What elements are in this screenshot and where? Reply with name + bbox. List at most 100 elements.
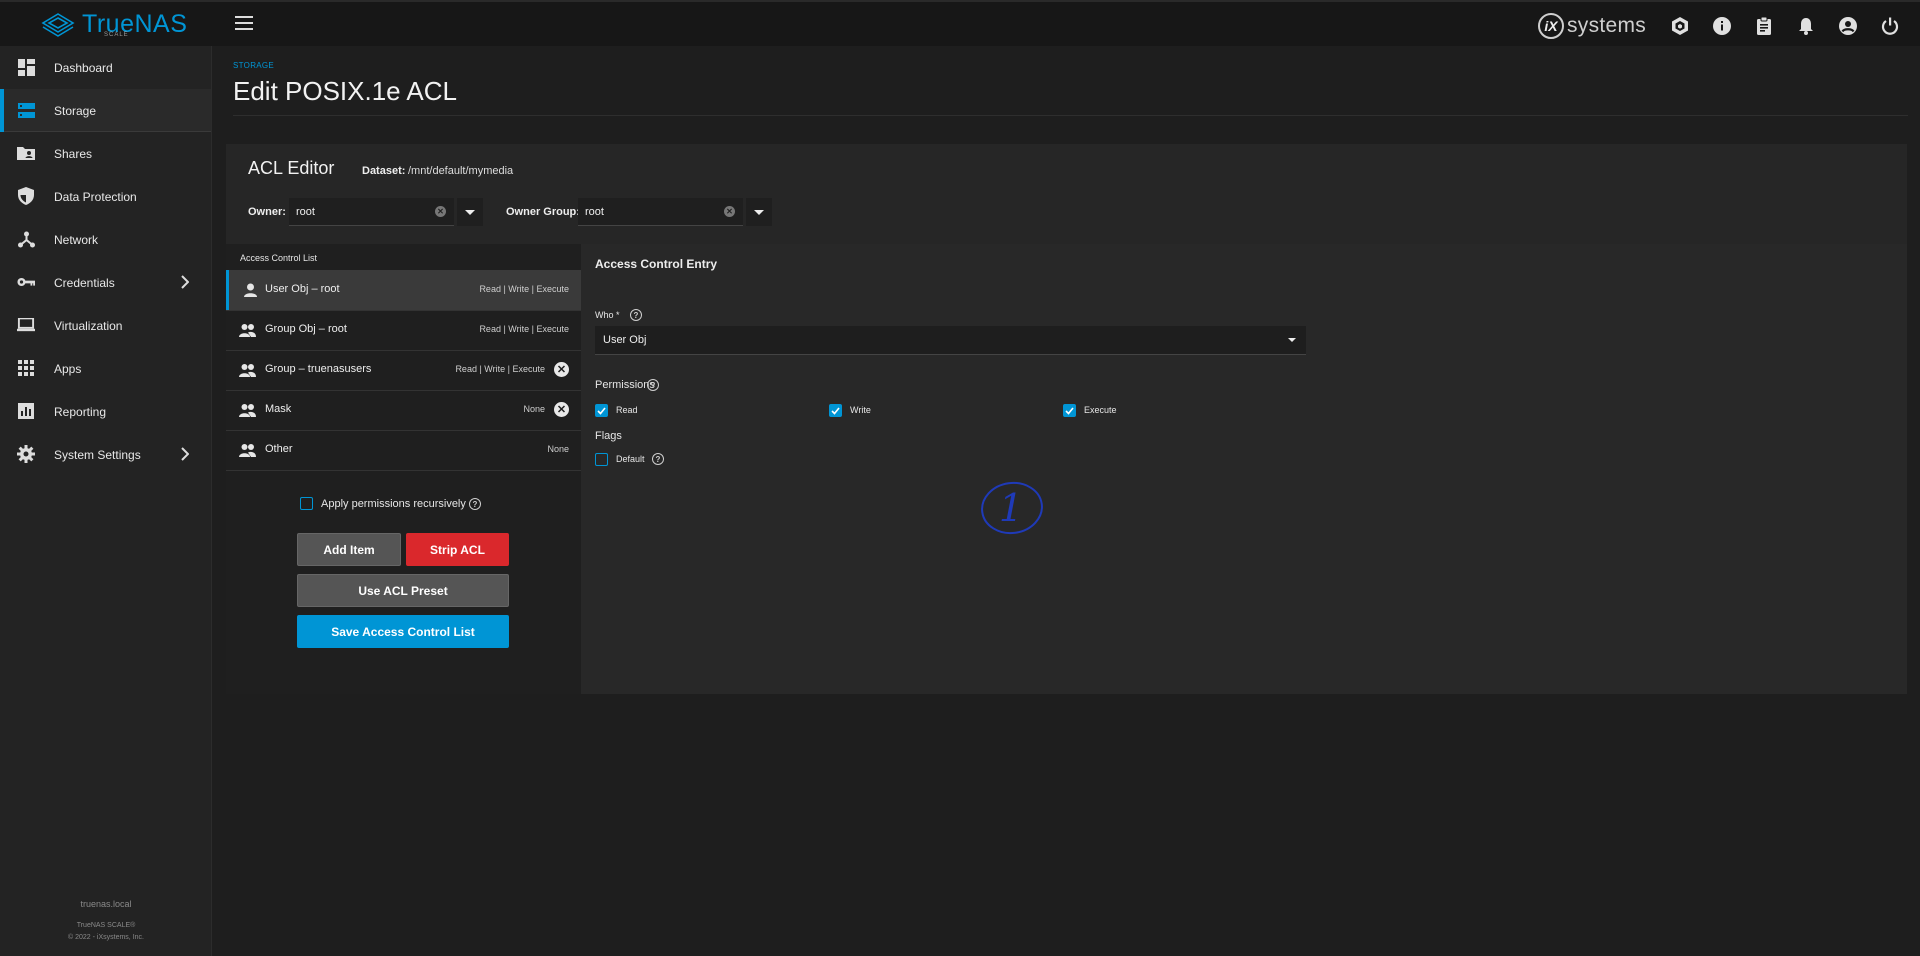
caret-down-icon: [465, 209, 475, 215]
help-icon[interactable]: ?: [647, 379, 659, 391]
sidebar-item-label: Dashboard: [54, 60, 113, 75]
ace-title: Access Control Entry: [595, 257, 718, 271]
clear-icon[interactable]: ✕: [435, 206, 446, 217]
truenas-logo[interactable]: TrueNAS SCALE: [40, 10, 187, 39]
network-icon: [17, 230, 35, 248]
sidebar: Dashboard Storage Shares Data Protection…: [0, 46, 212, 956]
sidebar-item-network[interactable]: Network: [0, 218, 211, 261]
sidebar-item-label: Virtualization: [54, 318, 123, 333]
use-acl-preset-button[interactable]: Use ACL Preset: [297, 574, 509, 607]
person-icon: [244, 283, 257, 297]
save-acl-button[interactable]: Save Access Control List: [297, 615, 509, 648]
check-icon: [831, 406, 840, 415]
truecommand-icon[interactable]: [1668, 14, 1691, 37]
chart-icon: [17, 402, 35, 420]
sidebar-item-system-settings[interactable]: System Settings: [0, 433, 211, 476]
sidebar-item-label: Credentials: [54, 275, 115, 290]
acl-entry-label: Group Obj – root: [265, 323, 347, 335]
access-control-entry-panel: Access Control Entry Who * ? User Obj Pe…: [581, 244, 1907, 694]
execute-checkbox[interactable]: [1063, 404, 1076, 417]
sidebar-item-reporting[interactable]: Reporting: [0, 390, 211, 433]
remove-entry-icon[interactable]: ✕: [554, 362, 569, 377]
check-icon: [597, 406, 606, 415]
ixsystems-mark: iX: [1538, 13, 1564, 39]
sidebar-item-label: System Settings: [54, 447, 141, 462]
write-label: Write: [850, 405, 871, 415]
acl-entry-group-truenasusers[interactable]: Group – truenasusers Read | Write | Exec…: [226, 350, 581, 390]
acl-list-heading: Access Control List: [240, 253, 318, 263]
dataset-label: Dataset:: [362, 165, 406, 177]
owner-group-dropdown-button[interactable]: [746, 198, 772, 226]
sidebar-item-label: Reporting: [54, 404, 107, 419]
owner-input[interactable]: root ✕: [289, 198, 454, 226]
caret-down-icon: [754, 209, 764, 215]
acl-entry-group-obj-root[interactable]: Group Obj – root Read | Write | Execute: [226, 310, 581, 350]
help-icon[interactable]: ?: [469, 498, 481, 510]
dashboard-icon: [17, 58, 35, 76]
who-select[interactable]: User Obj: [595, 326, 1306, 355]
sidebar-item-credentials[interactable]: Credentials: [0, 261, 211, 304]
acl-entry-label: Mask: [265, 403, 292, 415]
owner-value: root: [296, 205, 315, 218]
logo-text: TrueNAS: [82, 10, 188, 38]
breadcrumb[interactable]: STORAGE: [233, 61, 274, 70]
help-icon[interactable]: ?: [630, 309, 642, 321]
account-icon[interactable]: [1836, 14, 1859, 37]
check-icon: [1065, 406, 1074, 415]
storage-icon: [17, 101, 35, 119]
bell-icon[interactable]: [1794, 14, 1817, 37]
sidebar-item-virtualization[interactable]: Virtualization: [0, 304, 211, 347]
sidebar-item-apps[interactable]: Apps: [0, 347, 211, 390]
folder-share-icon: [17, 144, 35, 162]
who-value: User Obj: [603, 334, 647, 346]
help-icon[interactable]: ?: [652, 453, 664, 465]
read-checkbox[interactable]: [595, 404, 608, 417]
power-icon[interactable]: [1878, 14, 1901, 37]
add-item-button[interactable]: Add Item: [297, 533, 401, 566]
topbar-icons: [1668, 14, 1901, 37]
clipboard-icon[interactable]: [1752, 14, 1775, 37]
sidebar-item-label: Storage: [54, 103, 97, 118]
permissions-label: Permissions: [595, 379, 655, 391]
row-divider: [226, 470, 581, 471]
remove-entry-icon[interactable]: ✕: [554, 402, 569, 417]
logo-subtext: SCALE: [104, 32, 129, 38]
strip-acl-button[interactable]: Strip ACL: [406, 533, 509, 566]
apply-recursively-checkbox[interactable]: [300, 497, 313, 510]
owner-dropdown-button[interactable]: [457, 198, 483, 226]
top-bar: TrueNAS SCALE iX systems: [0, 0, 1920, 46]
acl-entry-user-obj-root[interactable]: User Obj – root Read | Write | Execute: [226, 270, 581, 310]
sidebar-item-label: Network: [54, 232, 99, 247]
ixsystems-word: systems: [1567, 14, 1647, 37]
sidebar-item-storage[interactable]: Storage: [0, 89, 211, 132]
clear-icon[interactable]: ✕: [724, 206, 735, 217]
ixsystems-logo[interactable]: iX systems: [1538, 13, 1646, 39]
apply-recursively-label: Apply permissions recursively: [321, 498, 466, 510]
acl-entry-perms: None: [547, 444, 569, 454]
acl-entry-label: User Obj – root: [265, 283, 340, 295]
menu-toggle-button[interactable]: [235, 16, 253, 30]
laptop-icon: [17, 316, 35, 334]
acl-entry-perms: None: [523, 404, 545, 414]
sidebar-item-data-protection[interactable]: Data Protection: [0, 175, 211, 218]
dataset-path: /mnt/default/mymedia: [408, 165, 514, 177]
owner-group-value: root: [585, 205, 604, 218]
sidebar-item-dashboard[interactable]: Dashboard: [0, 46, 211, 89]
acl-entry-mask[interactable]: Mask None ✕: [226, 390, 581, 430]
sidebar-item-label: Apps: [54, 361, 82, 376]
acl-list-panel: Access Control List User Obj – root Read…: [226, 244, 581, 694]
acl-entry-other[interactable]: Other None: [226, 430, 581, 470]
who-label: Who *: [595, 310, 620, 320]
main-content: STORAGE Edit POSIX.1e ACL ACL Editor Dat…: [212, 46, 1920, 956]
read-label: Read: [616, 405, 638, 415]
owner-group-input[interactable]: root ✕: [578, 198, 743, 226]
write-checkbox[interactable]: [829, 404, 842, 417]
info-icon[interactable]: [1710, 14, 1733, 37]
default-flag-checkbox[interactable]: [595, 453, 608, 466]
group-icon: [239, 444, 256, 457]
sidebar-item-shares[interactable]: Shares: [0, 132, 211, 175]
acl-entry-label: Group – truenasusers: [265, 363, 372, 375]
default-flag-label: Default: [616, 454, 645, 464]
truenas-logo-icon: [41, 12, 75, 37]
acl-entry-perms: Read | Write | Execute: [479, 284, 569, 294]
